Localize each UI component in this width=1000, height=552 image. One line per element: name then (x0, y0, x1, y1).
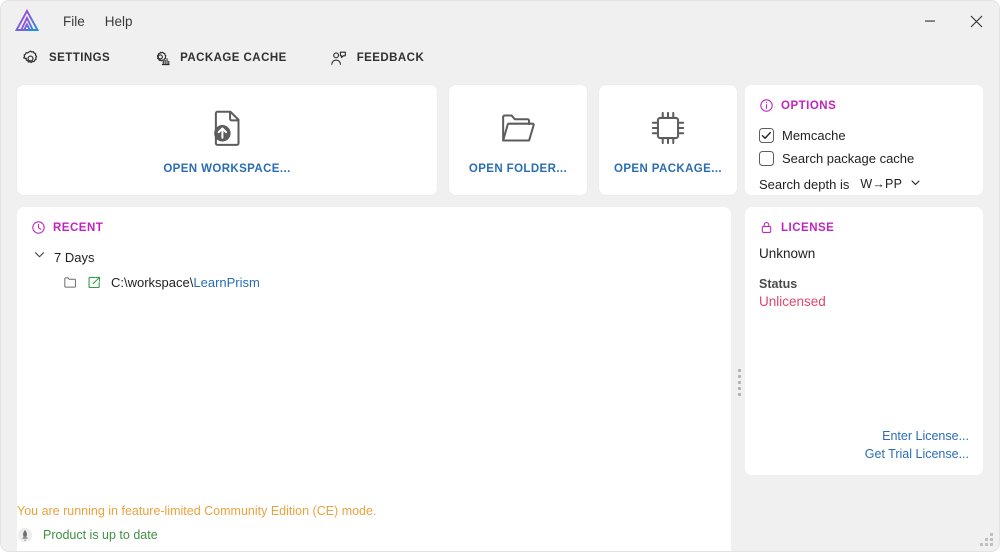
right-column: OPTIONS Memcache Search package cache Se… (745, 85, 983, 475)
search-package-cache-checkbox[interactable] (759, 151, 774, 166)
app-window: File Help SETTINGS PACKAGE CACHE FEEDBAC… (0, 0, 1000, 552)
window-controls (907, 1, 999, 41)
open-folder-card[interactable]: OPEN FOLDER... (449, 85, 587, 195)
license-status-badge: Unlicensed (759, 294, 826, 309)
title-bar: File Help (1, 1, 999, 41)
rocket-icon (17, 527, 33, 543)
panel-splitter[interactable] (731, 207, 747, 551)
info-icon (759, 98, 774, 113)
open-workspace-icon (204, 105, 250, 151)
search-package-cache-option-row[interactable]: Search package cache (759, 147, 969, 170)
resize-grip-icon[interactable] (980, 533, 993, 546)
search-depth-label: Search depth is (759, 176, 850, 192)
feedback-label: FEEDBACK (356, 52, 425, 64)
license-panel-header: LICENSE (759, 220, 969, 235)
recent-panel: RECENT 7 Days C:\workspace\LearnPrism (17, 207, 731, 551)
main-body: OPEN WORKSPACE... OPEN FOLDER... OPEN PA… (1, 79, 999, 551)
memcache-checkbox[interactable] (759, 128, 774, 143)
recent-path-name: LearnPrism (193, 275, 260, 290)
chevron-down-icon (33, 248, 46, 266)
menu-bar: File Help (53, 10, 143, 33)
search-package-cache-label: Search package cache (782, 151, 915, 166)
package-cache-label: PACKAGE CACHE (180, 52, 287, 64)
command-bar: SETTINGS PACKAGE CACHE FEEDBACK (1, 41, 999, 75)
recent-path: C:\workspace\LearnPrism (111, 275, 260, 290)
options-panel-header: OPTIONS (759, 98, 969, 113)
recent-path-prefix: C:\workspace\ (111, 275, 194, 290)
status-bar: You are running in feature-limited Commu… (17, 504, 376, 543)
open-external-icon[interactable] (87, 275, 102, 290)
license-links: Enter License... Get Trial License... (759, 427, 969, 463)
options-panel: OPTIONS Memcache Search package cache Se… (745, 85, 983, 195)
search-depth-row: Search depth is W→PP (759, 174, 969, 194)
open-folder-label: OPEN FOLDER... (468, 163, 568, 175)
update-status-row: Product is up to date (17, 527, 376, 543)
menu-item-help[interactable]: Help (95, 10, 143, 33)
clock-icon (31, 220, 46, 235)
splitter-grip-icon (737, 368, 741, 396)
settings-label: SETTINGS (49, 52, 111, 64)
recent-panel-title: RECENT (53, 221, 104, 234)
feedback-button[interactable]: FEEDBACK (325, 46, 429, 71)
enter-license-link[interactable]: Enter License... (759, 427, 969, 445)
get-trial-license-link[interactable]: Get Trial License... (759, 445, 969, 463)
lock-icon (759, 220, 774, 235)
feedback-icon (329, 49, 348, 68)
memcache-option-row[interactable]: Memcache (759, 124, 969, 147)
open-workspace-label: OPEN WORKSPACE... (163, 163, 291, 175)
app-logo-triangle-icon (13, 7, 41, 35)
open-package-card[interactable]: OPEN PACKAGE... (599, 85, 737, 195)
license-panel-title: LICENSE (781, 221, 835, 234)
package-cache-icon (152, 49, 171, 68)
folder-icon (63, 275, 78, 290)
recent-panel-header: RECENT (31, 220, 717, 235)
license-panel: LICENSE Unknown Status Unlicensed Enter … (745, 207, 983, 475)
settings-button[interactable]: SETTINGS (17, 46, 114, 71)
update-status-text: Product is up to date (43, 528, 158, 542)
license-status-label: Status (759, 277, 798, 291)
list-item[interactable]: C:\workspace\LearnPrism (59, 272, 717, 293)
open-package-label: OPEN PACKAGE... (613, 163, 723, 175)
menu-item-file[interactable]: File (53, 10, 95, 33)
package-cache-button[interactable]: PACKAGE CACHE (148, 46, 291, 71)
chevron-down-icon (910, 175, 921, 193)
open-workspace-card[interactable]: OPEN WORKSPACE... (17, 85, 437, 195)
recent-group-label: 7 Days (54, 249, 95, 265)
close-button[interactable] (953, 1, 999, 41)
open-folder-icon (495, 105, 541, 151)
memcache-label: Memcache (782, 128, 846, 143)
gear-icon (21, 49, 40, 68)
search-depth-value: W→PP (860, 177, 903, 191)
license-value: Unknown (759, 246, 816, 261)
search-depth-dropdown[interactable]: W→PP (856, 174, 925, 194)
community-edition-warning: You are running in feature-limited Commu… (17, 504, 377, 518)
recent-group-7-days[interactable]: 7 Days (31, 246, 717, 268)
minimize-button[interactable] (907, 1, 953, 41)
open-package-chip-icon (645, 105, 691, 151)
options-panel-title: OPTIONS (781, 99, 837, 112)
